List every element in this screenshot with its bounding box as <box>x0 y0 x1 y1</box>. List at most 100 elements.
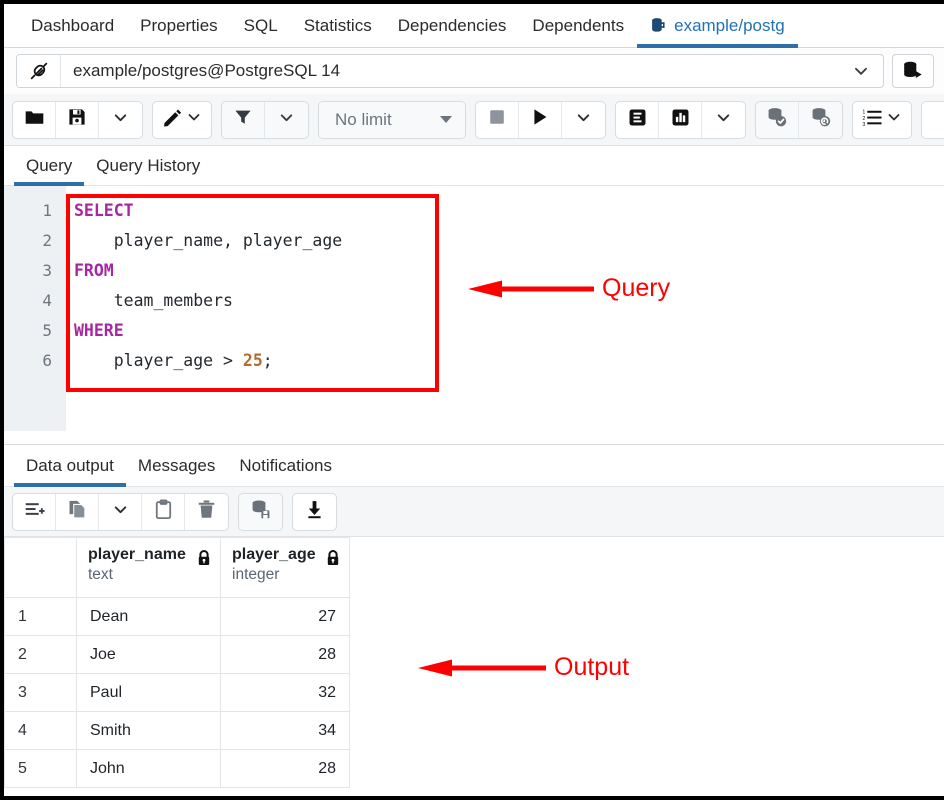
cell-player-name[interactable]: Smith <box>77 712 221 750</box>
explain-analyze-button[interactable] <box>659 102 702 138</box>
output-toolbar <box>4 487 944 537</box>
tab-notifications[interactable]: Notifications <box>227 445 344 486</box>
download-csv-button[interactable] <box>293 494 336 530</box>
database-icon <box>650 17 667 34</box>
tab-dashboard-label: Dashboard <box>31 16 114 36</box>
lock-icon <box>197 550 211 571</box>
cell-player-name[interactable]: Joe <box>77 636 221 674</box>
caret-down-icon <box>440 116 452 123</box>
tab-query-history-label: Query History <box>96 156 200 176</box>
column-header-player-name[interactable]: player_name text <box>77 538 221 598</box>
chevron-down-icon[interactable] <box>839 55 883 87</box>
connection-selector[interactable]: example/postgres@PostgreSQL 14 <box>16 54 884 88</box>
edit-group <box>152 101 212 139</box>
tab-query-history[interactable]: Query History <box>84 146 212 185</box>
save-file-button[interactable] <box>56 102 99 138</box>
add-row-icon <box>24 499 45 525</box>
tab-query-editor[interactable]: example/postg <box>637 4 798 47</box>
tab-statistics[interactable]: Statistics <box>291 4 385 47</box>
chevron-down-icon <box>278 109 295 131</box>
copy-options-dropdown[interactable] <box>99 494 142 530</box>
code-line: team_members <box>74 286 944 316</box>
explain-options-dropdown[interactable] <box>702 102 745 138</box>
database-connect-icon[interactable] <box>892 54 934 88</box>
tab-properties[interactable]: Properties <box>127 4 230 47</box>
tab-query[interactable]: Query <box>14 146 84 185</box>
chevron-down-icon <box>715 109 732 131</box>
code-line: player_name, player_age <box>74 226 944 256</box>
line-number: 4 <box>4 286 66 316</box>
results-grid: player_name text player_age <box>4 537 944 788</box>
filter-button[interactable] <box>222 102 265 138</box>
row-number: 3 <box>5 674 77 712</box>
download-icon <box>304 499 325 525</box>
tab-dependents[interactable]: Dependents <box>519 4 637 47</box>
table-row[interactable]: 1 Dean 27 <box>5 598 350 636</box>
cell-player-name[interactable]: Dean <box>77 598 221 636</box>
sql-code-area[interactable]: SELECT player_name, player_age FROM team… <box>66 186 944 431</box>
rownum-header <box>5 538 77 598</box>
output-annotation-label: Output <box>554 653 629 682</box>
cell-player-age[interactable]: 32 <box>221 674 350 712</box>
column-name: player_name <box>88 545 211 565</box>
filter-group <box>221 101 309 139</box>
panel-splitter[interactable] <box>4 431 944 445</box>
tab-data-output[interactable]: Data output <box>14 445 126 486</box>
open-file-button[interactable] <box>13 102 56 138</box>
tab-notifications-label: Notifications <box>239 456 332 476</box>
cell-player-age[interactable]: 34 <box>221 712 350 750</box>
execute-query-button[interactable] <box>519 102 562 138</box>
cell-player-age[interactable]: 28 <box>221 750 350 788</box>
play-icon <box>530 107 550 132</box>
tab-sql[interactable]: SQL <box>231 4 291 47</box>
table-row[interactable]: 5 John 28 <box>5 750 350 788</box>
output-tab-strip: Data output Messages Notifications <box>4 445 944 487</box>
commit-button[interactable] <box>756 102 799 138</box>
filter-dropdown[interactable] <box>265 102 308 138</box>
download-group <box>292 493 337 531</box>
cell-player-age[interactable]: 27 <box>221 598 350 636</box>
tab-messages[interactable]: Messages <box>126 445 227 486</box>
sql-editor[interactable]: 1 2 3 4 5 6 SELECT player_name, player_a… <box>4 186 944 431</box>
stop-query-button[interactable] <box>476 102 519 138</box>
save-data-changes-button[interactable] <box>239 494 282 530</box>
line-number: 2 <box>4 226 66 256</box>
table-row[interactable]: 3 Paul 32 <box>5 674 350 712</box>
paste-button[interactable] <box>142 494 185 530</box>
line-number: 3 <box>4 256 66 286</box>
column-type: text <box>88 565 211 584</box>
table-row[interactable]: 4 Smith 34 <box>5 712 350 750</box>
edit-menu-button[interactable] <box>153 102 211 138</box>
cell-player-age[interactable]: 28 <box>221 636 350 674</box>
explain-analyze-icon <box>670 107 691 133</box>
row-limit-select[interactable]: No limit <box>319 102 465 138</box>
tab-dependencies[interactable]: Dependencies <box>385 4 520 47</box>
explain-group <box>615 101 746 139</box>
cell-player-name[interactable]: Paul <box>77 674 221 712</box>
add-row-button[interactable] <box>13 494 56 530</box>
line-number: 5 <box>4 316 66 346</box>
code-line: FROM <box>74 256 944 286</box>
svg-text:1: 1 <box>862 109 865 115</box>
tab-dashboard[interactable]: Dashboard <box>18 4 127 47</box>
tab-dependents-label: Dependents <box>532 16 624 36</box>
row-number: 2 <box>5 636 77 674</box>
code-line: SELECT <box>74 196 944 226</box>
toolbar-overflow-button[interactable] <box>922 102 944 138</box>
rollback-button[interactable] <box>799 102 842 138</box>
trash-icon <box>196 499 217 525</box>
table-row[interactable]: 2 Joe 28 <box>5 636 350 674</box>
macros-button[interactable]: 1 2 3 <box>853 102 911 138</box>
cell-player-name[interactable]: John <box>77 750 221 788</box>
row-limit-group: No limit <box>318 101 466 139</box>
save-file-dropdown[interactable] <box>99 102 142 138</box>
explain-button[interactable] <box>616 102 659 138</box>
delete-row-button[interactable] <box>185 494 228 530</box>
copy-button[interactable] <box>56 494 99 530</box>
execute-dropdown[interactable] <box>562 102 605 138</box>
column-header-player-age[interactable]: player_age integer <box>221 538 350 598</box>
row-number: 5 <box>5 750 77 788</box>
connection-icon <box>17 55 61 87</box>
macros-list-icon: 1 2 3 <box>862 107 883 133</box>
chevron-down-icon <box>186 109 202 130</box>
